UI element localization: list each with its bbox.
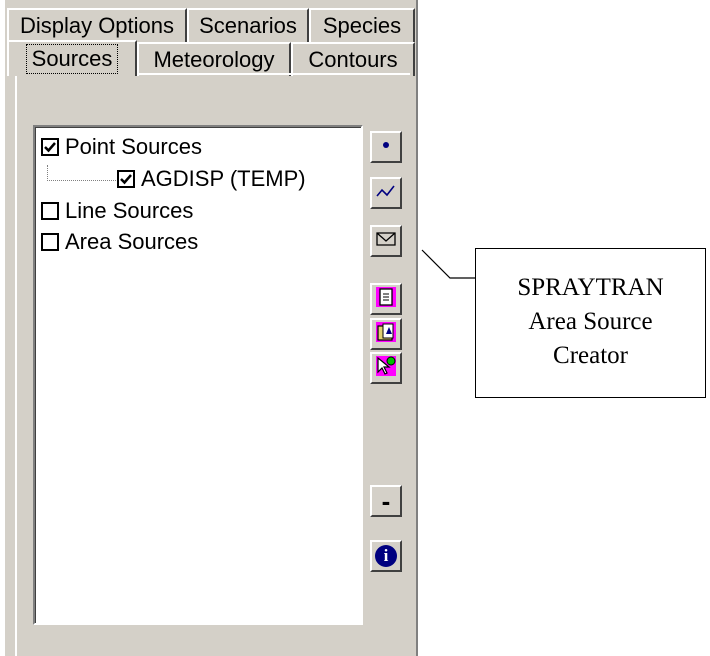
info-icon-glyph: i	[383, 546, 389, 565]
add-area-source-button[interactable]	[370, 225, 402, 257]
checkbox[interactable]	[41, 202, 59, 220]
tab-scenarios[interactable]: Scenarios	[187, 8, 309, 42]
tree-item-label: Point Sources	[65, 134, 202, 159]
select-pointer-icon	[375, 355, 397, 382]
callout-line: SPRAYTRAN	[517, 274, 664, 301]
callout-box: SPRAYTRAN Area Source Creator	[475, 248, 706, 398]
tree-item-point-sources[interactable]: Point Sources	[41, 134, 202, 160]
sources-panel: Display Options Scenarios Species Source…	[5, 0, 418, 656]
tree-item-agdisp[interactable]: AGDISP (TEMP)	[117, 166, 306, 192]
tree-item-label: Line Sources	[65, 198, 194, 223]
info-button[interactable]: i	[370, 540, 402, 572]
checkbox[interactable]	[117, 170, 135, 188]
point-source-icon	[376, 135, 396, 160]
info-icon: i	[375, 545, 397, 567]
tree-item-area-sources[interactable]: Area Sources	[41, 229, 198, 255]
tab-label: Sources	[25, 44, 119, 74]
tab-display-options[interactable]: Display Options	[7, 8, 187, 42]
tree-item-label: Area Sources	[65, 229, 199, 254]
callout-line: Area Source	[528, 308, 653, 335]
remove-source-button[interactable]: -	[370, 485, 402, 517]
tab-label: Species	[322, 13, 402, 38]
callout-line: Creator	[553, 342, 628, 369]
checkbox[interactable]	[41, 138, 59, 156]
tab-label: Meteorology	[153, 47, 275, 72]
tab-label: Contours	[308, 47, 398, 72]
area-source-icon	[375, 229, 397, 254]
tab-label: Scenarios	[199, 13, 297, 38]
open-file-icon	[375, 321, 397, 348]
select-button[interactable]	[370, 352, 402, 384]
document-icon	[375, 286, 397, 313]
add-point-source-button[interactable]	[370, 131, 402, 163]
add-line-source-button[interactable]	[370, 177, 402, 209]
properties-button[interactable]	[370, 283, 402, 315]
tree-item-line-sources[interactable]: Line Sources	[41, 198, 193, 224]
tab-meteorology[interactable]: Meteorology	[137, 42, 291, 76]
tree-connector	[47, 165, 116, 181]
tab-sources[interactable]: Sources	[7, 40, 137, 76]
checkbox[interactable]	[41, 233, 59, 251]
tab-contours[interactable]: Contours	[291, 42, 415, 76]
tab-label: Display Options	[19, 13, 175, 38]
tab-species[interactable]: Species	[309, 8, 415, 42]
tree-item-label: AGDISP (TEMP)	[141, 166, 306, 191]
remove-icon: -	[381, 486, 391, 516]
line-source-icon	[375, 181, 397, 206]
open-button[interactable]	[370, 318, 402, 350]
